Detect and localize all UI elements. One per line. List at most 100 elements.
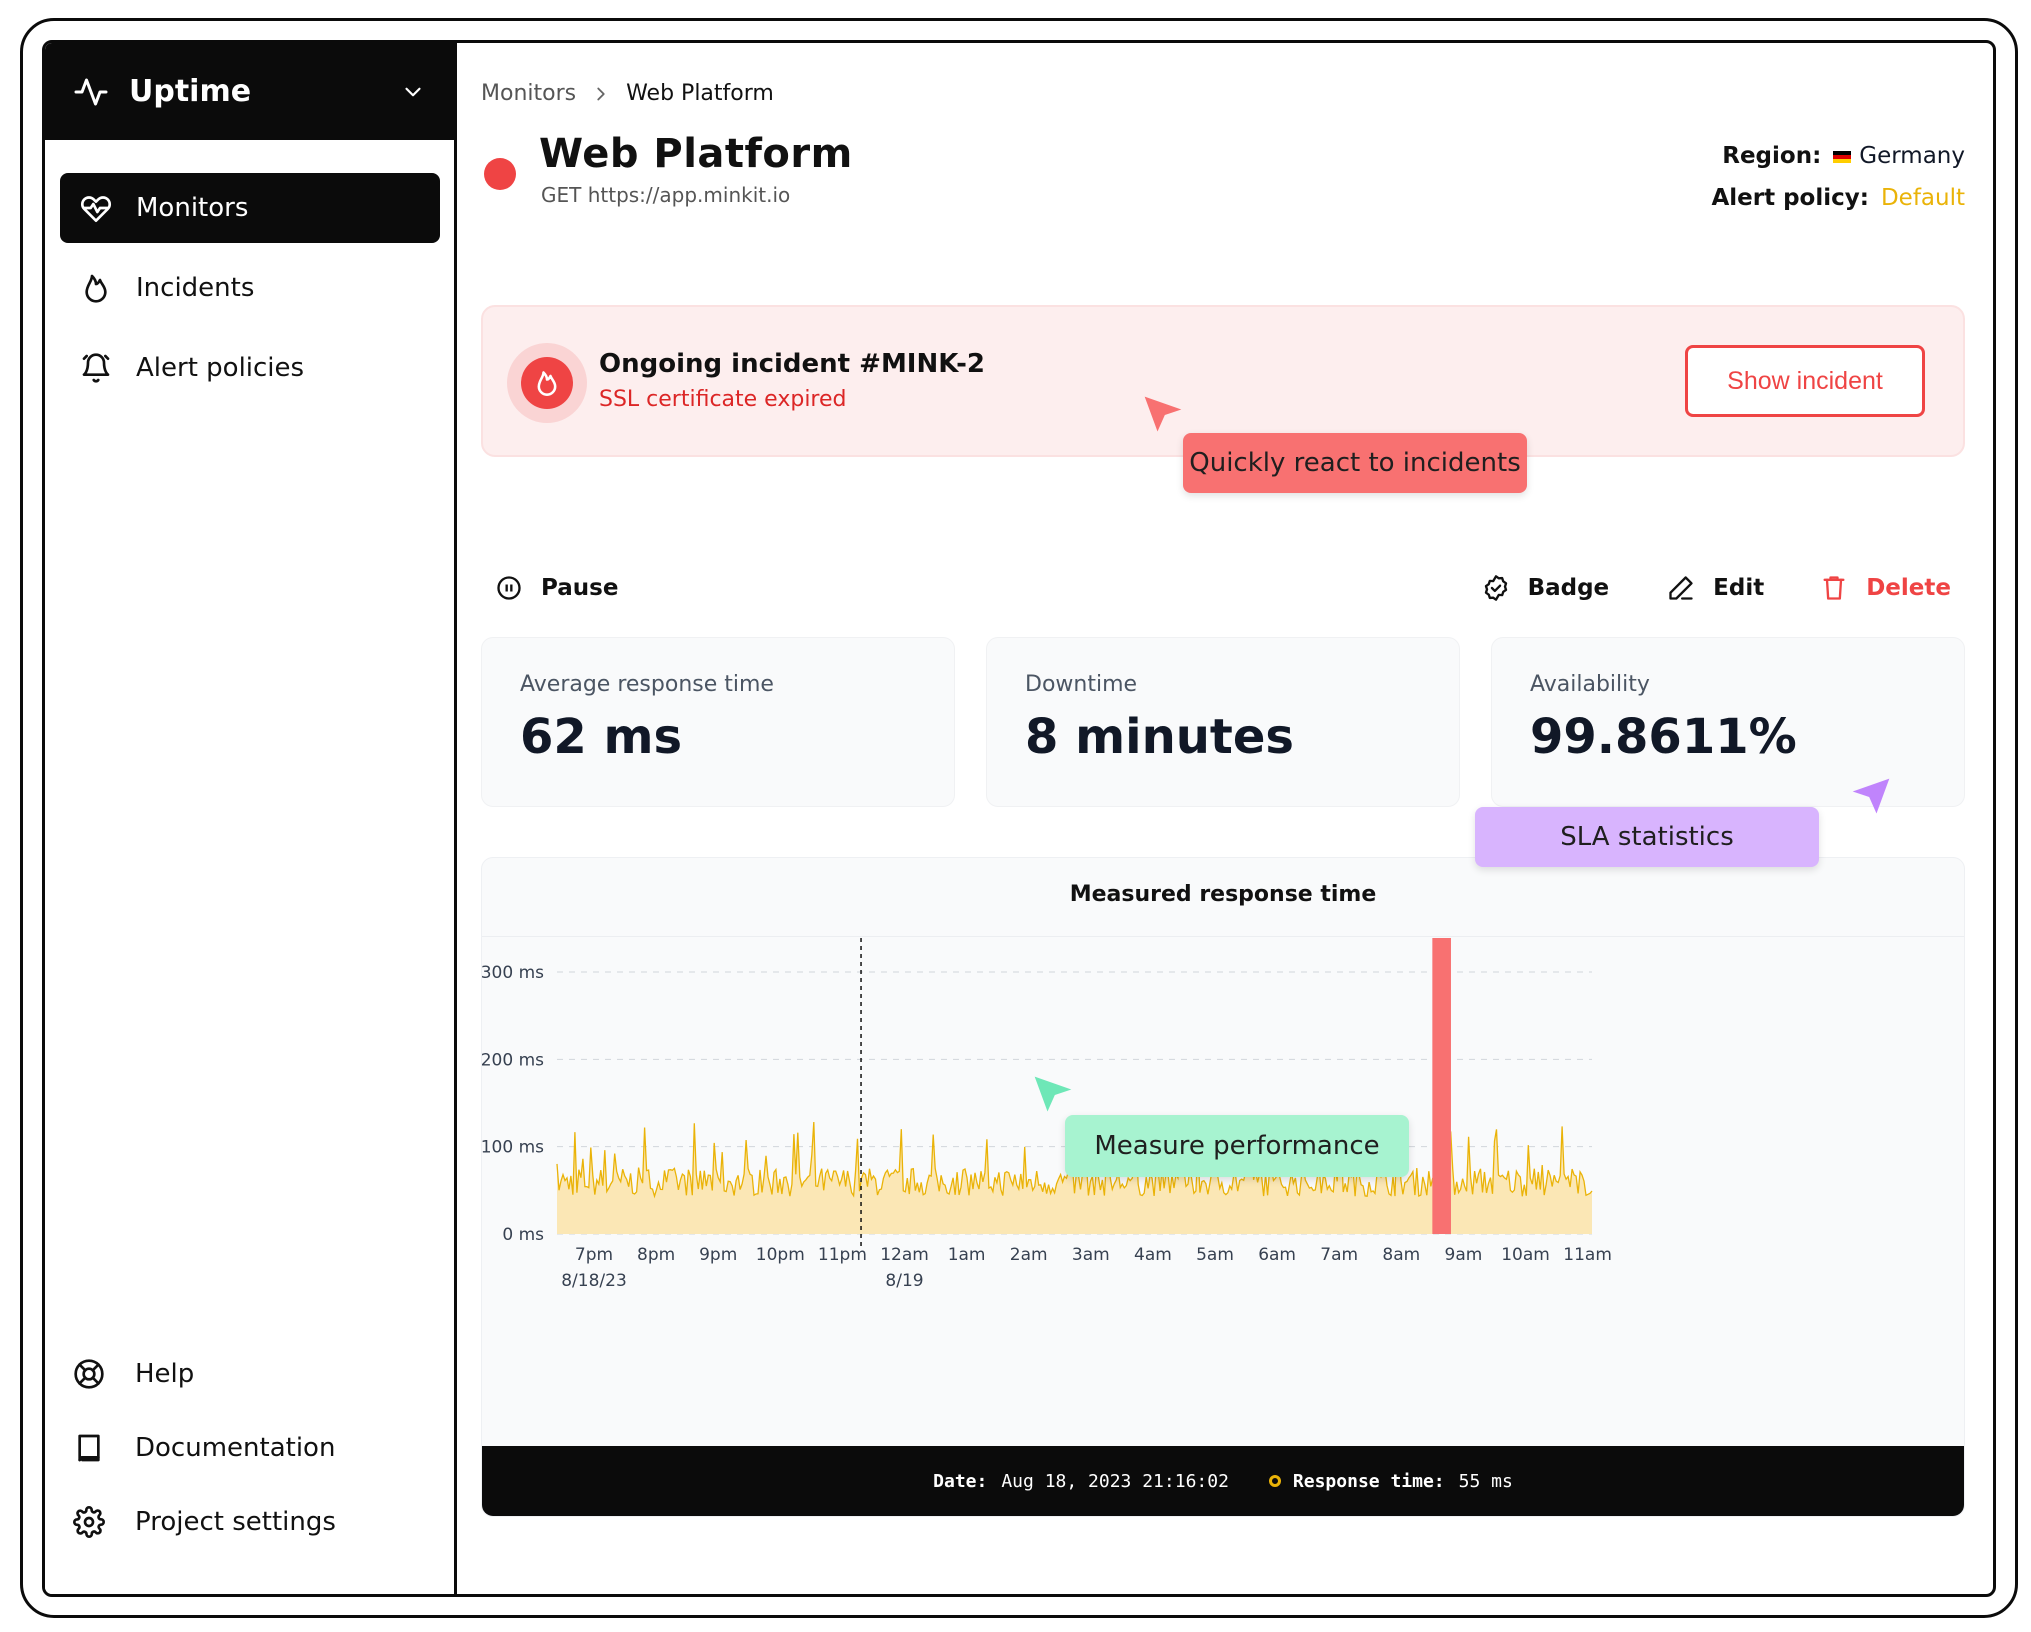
delete-label: Delete (1866, 575, 1951, 601)
x-tick-label: 6am (1258, 1245, 1296, 1265)
breadcrumb-current: Web Platform (626, 81, 774, 106)
app-name: Uptime (129, 74, 252, 109)
tooltip-date-value: Aug 18, 2023 21:16:02 (1001, 1470, 1229, 1492)
flame-icon (80, 272, 112, 304)
tooltip-response-label: Response time: (1292, 1470, 1445, 1492)
chevron-right-icon (576, 83, 626, 105)
stat-label: Average response time (520, 672, 774, 697)
edit-label: Edit (1713, 575, 1765, 601)
x-tick-label: 10pm (756, 1245, 805, 1265)
chevron-down-icon[interactable] (400, 79, 426, 105)
region-row: Region: Germany (1711, 135, 1965, 177)
stat-card-availability: Availability 99.8611% (1491, 637, 1965, 807)
x-tick-label: 12am (880, 1245, 929, 1265)
breadcrumb: Monitors Web Platform (481, 81, 774, 106)
x-tick-label: 9pm (699, 1245, 737, 1265)
x-tick-label: 9am (1445, 1245, 1483, 1265)
sidebar-item-monitors[interactable]: Monitors (60, 173, 440, 243)
badge-label: Badge (1527, 575, 1610, 601)
x-tick-sublabel: 8/18/23 (561, 1271, 627, 1291)
region-value: Germany (1859, 143, 1965, 169)
x-tick-label: 3am (1072, 1245, 1110, 1265)
x-tick-label: 8am (1382, 1245, 1420, 1265)
sidebar-item-incidents[interactable]: Incidents (60, 253, 440, 323)
pause-button[interactable]: Pause (495, 574, 618, 602)
lifebuoy-icon (73, 1358, 105, 1390)
badge-button[interactable]: Badge (1482, 574, 1610, 602)
x-tick-label: 2am (1010, 1245, 1048, 1265)
stat-card-average-response: Average response time 62 ms (481, 637, 955, 807)
book-icon (73, 1432, 105, 1464)
sidebar-nav: Monitors Incidents Alert policies (60, 173, 440, 413)
pointer-cursor-icon (1849, 775, 1893, 819)
x-tick-sublabel: 8/19 (885, 1271, 923, 1291)
x-tick-label: 11pm (818, 1245, 867, 1265)
gear-icon (73, 1506, 105, 1538)
incident-window-bar (1432, 938, 1451, 1234)
incident-icon-wrap (507, 343, 587, 423)
monitor-actions: Pause Badge Edit Delete (481, 563, 1965, 613)
alert-policy-link[interactable]: Default (1881, 185, 1965, 211)
sidebar-item-alert-policies[interactable]: Alert policies (60, 333, 440, 403)
y-tick-label: 200 ms (482, 1050, 544, 1070)
x-tick-label: 5am (1196, 1245, 1234, 1265)
trash-icon (1823, 576, 1845, 600)
pause-icon (497, 576, 521, 600)
y-tick-label: 300 ms (482, 963, 544, 983)
stat-value: 99.8611% (1530, 709, 1797, 765)
pulse-icon (73, 74, 109, 110)
sidebar: Uptime Monitors Incidents Alert policies… (45, 43, 457, 1594)
bell-icon (80, 352, 112, 384)
stat-card-downtime: Downtime 8 minutes (986, 637, 1460, 807)
pencil-icon (1669, 576, 1693, 600)
show-incident-button[interactable]: Show incident (1685, 345, 1925, 417)
incident-title: Ongoing incident #MINK-2 (599, 349, 986, 379)
callout-incidents: Quickly react to incidents (1183, 433, 1527, 493)
x-tick-label: 7pm (575, 1245, 613, 1265)
germany-flag-icon (1833, 150, 1852, 163)
edit-button[interactable]: Edit (1667, 574, 1764, 602)
sidebar-item-label: Alert policies (136, 353, 305, 383)
monitor-meta: Region: Germany Alert policy: Default (1711, 135, 1965, 219)
monitor-request-url: GET https://app.minkit.io (541, 183, 791, 207)
sidebar-item-label: Incidents (136, 273, 255, 303)
tooltip-response-value: 55 ms (1458, 1470, 1513, 1492)
stat-label: Availability (1530, 672, 1650, 697)
app-window: Uptime Monitors Incidents Alert policies… (42, 40, 1996, 1597)
callout-performance: Measure performance (1065, 1115, 1409, 1177)
tooltip-date-label: Date: (933, 1470, 988, 1492)
x-tick-label: 1am (948, 1245, 986, 1265)
pause-label: Pause (541, 575, 619, 601)
sidebar-item-label: Help (135, 1359, 195, 1389)
response-time-chart: Measured response time 0 ms 100 ms 200 ms 3… (481, 857, 1965, 1517)
series-dot-icon (1268, 1475, 1281, 1487)
badge-check-icon (1484, 575, 1507, 601)
sidebar-item-documentation[interactable]: Documentation (73, 1416, 443, 1480)
pointer-cursor-icon (1031, 1073, 1075, 1117)
x-tick-label: 11am (1563, 1245, 1612, 1265)
incident-subtitle: SSL certificate expired (599, 387, 847, 412)
delete-button[interactable]: Delete (1820, 574, 1951, 602)
alert-policy-row: Alert policy: Default (1711, 177, 1965, 219)
alert-policy-label: Alert policy: (1711, 185, 1869, 211)
region-label: Region: (1722, 143, 1822, 169)
status-indicator-icon (484, 158, 516, 190)
chart-tooltip: Date: Aug 18, 2023 21:16:02 Response tim… (482, 1446, 1964, 1516)
y-tick-label: 100 ms (482, 1138, 544, 1158)
sidebar-item-project-settings[interactable]: Project settings (73, 1490, 443, 1554)
sidebar-bottom-nav: Help Documentation Project settings (73, 1342, 443, 1564)
app-switcher[interactable]: Uptime (45, 43, 454, 140)
sidebar-item-label: Documentation (135, 1433, 336, 1463)
sidebar-item-label: Monitors (136, 193, 249, 223)
x-tick-label: 7am (1320, 1245, 1358, 1265)
stat-label: Downtime (1025, 672, 1138, 697)
callout-sla: SLA statistics (1475, 807, 1819, 867)
x-tick-label: 8pm (637, 1245, 675, 1265)
sidebar-item-help[interactable]: Help (73, 1342, 443, 1406)
stat-value: 62 ms (520, 709, 683, 765)
y-tick-label: 0 ms (502, 1225, 544, 1245)
breadcrumb-monitors-link[interactable]: Monitors (481, 81, 576, 106)
flame-icon (521, 357, 573, 409)
x-tick-label: 10am (1501, 1245, 1550, 1265)
sidebar-item-label: Project settings (135, 1507, 336, 1537)
